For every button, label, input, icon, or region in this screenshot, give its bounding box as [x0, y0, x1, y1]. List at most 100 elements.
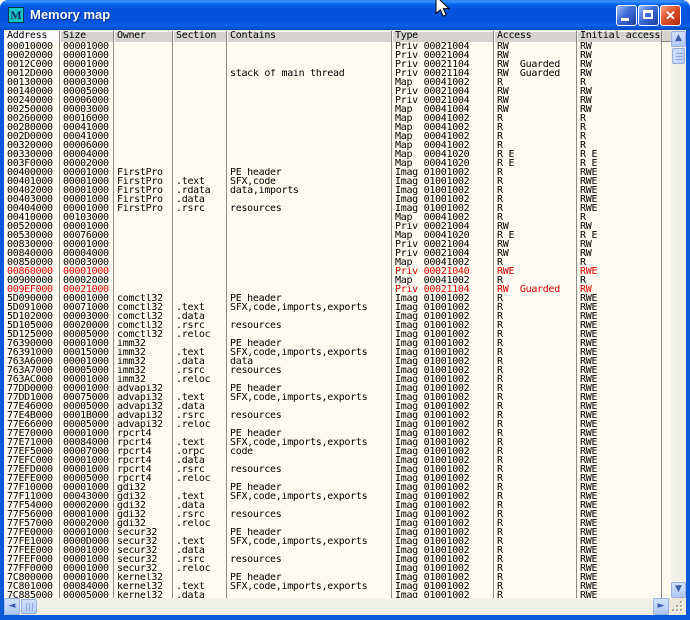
- table-row[interactable]: 77EFD00000001000rpcrt4.rsrcresourcesImag…: [4, 465, 671, 474]
- vertical-scrollbar[interactable]: ▲ ▼: [671, 31, 686, 598]
- table-row[interactable]: 77DD100000075000advapi32.textSFX,code,im…: [4, 393, 671, 402]
- table-row[interactable]: 7C88500000005000kernel32.dataImag 010010…: [4, 591, 671, 598]
- table-row[interactable]: 0040300000001000FirstPro.dataImag 010010…: [4, 195, 671, 204]
- table-row[interactable]: 0040100000001000FirstPro.textSFX,codeIma…: [4, 177, 671, 186]
- table-row[interactable]: 77EFE00000005000rpcrt4.relocImag 0100100…: [4, 474, 671, 483]
- cell-section: .reloc: [173, 519, 227, 528]
- table-row[interactable]: 5D09100000071000comctl32.textSFX,code,im…: [4, 303, 671, 312]
- cell-size: 00001000: [60, 294, 114, 303]
- table-row[interactable]: 0040400000001000FirstPro.rsrcresourcesIm…: [4, 204, 671, 213]
- table-row[interactable]: 7639100000015000imm32.textSFX,code,impor…: [4, 348, 671, 357]
- horizontal-scroll-thumb[interactable]: [21, 599, 37, 614]
- cell-type: Imag 01001002: [392, 186, 494, 195]
- column-header-access[interactable]: Access: [494, 31, 577, 42]
- table-row[interactable]: 77F5400000002000gdi32.dataImag 01001002R…: [4, 501, 671, 510]
- table-row[interactable]: 5D10200000003000comctl32.dataImag 010010…: [4, 312, 671, 321]
- table-row[interactable]: 5D12500000005000comctl32.relocImag 01001…: [4, 330, 671, 339]
- table-row[interactable]: 002D000000041000Map 00041002RR: [4, 132, 671, 141]
- cell-owner: advapi32: [114, 420, 173, 429]
- table-row[interactable]: 77FE000000001000secur32PE headerImag 010…: [4, 528, 671, 537]
- cell-contains: [227, 87, 392, 96]
- close-button[interactable]: ✕: [660, 5, 681, 26]
- table-row[interactable]: 7C80100000084000kernel32.textSFX,code,im…: [4, 582, 671, 591]
- table-row[interactable]: 7C80000000001000kernel32PE headerImag 01…: [4, 573, 671, 582]
- table-row[interactable]: 0013000000003000Map 00041002RR: [4, 78, 671, 87]
- table-row[interactable]: 77F5700000002000gdi32.relocImag 01001002…: [4, 519, 671, 528]
- column-header-address[interactable]: Address: [4, 31, 60, 42]
- cell-contains: [227, 420, 392, 429]
- table-row[interactable]: 77FEE00000001000secur32.dataImag 0100100…: [4, 546, 671, 555]
- maximize-button[interactable]: [638, 5, 659, 26]
- table-row[interactable]: 0086000000001000Priv 00021040RWERWE: [4, 267, 671, 276]
- table-row[interactable]: 77F1100000043000gdi32.textSFX,code,impor…: [4, 492, 671, 501]
- table-row[interactable]: 77E4600000005000advapi32.dataImag 010010…: [4, 402, 671, 411]
- resize-grip[interactable]: [669, 598, 686, 615]
- table-row[interactable]: 003F000000002000Map 00041020R ER E: [4, 159, 671, 168]
- table-row[interactable]: 0033000000004000Map 00041020R ER E: [4, 150, 671, 159]
- table-row[interactable]: 0084000000004000Priv 00021004RWRW: [4, 249, 671, 258]
- minimize-button[interactable]: [616, 5, 637, 26]
- column-header-owner[interactable]: Owner: [114, 31, 173, 42]
- vertical-scroll-thumb[interactable]: [672, 48, 685, 64]
- table-row[interactable]: 77FEF00000001000secur32.rsrcresourcesIma…: [4, 555, 671, 564]
- table-row[interactable]: 5D09000000001000comctl32PE headerImag 01…: [4, 294, 671, 303]
- table-row[interactable]: 77FE10000000D000secur32.textSFX,code,imp…: [4, 537, 671, 546]
- table-row[interactable]: 77E4B0000001B000advapi32.rsrcresourcesIm…: [4, 411, 671, 420]
- table-row[interactable]: 0024000000006000Priv 00021004RWRW: [4, 96, 671, 105]
- table-row[interactable]: 0001000000001000Priv 00021004RWRW: [4, 42, 671, 51]
- horizontal-scrollbar[interactable]: ◄ ►: [4, 598, 669, 615]
- table-row[interactable]: 77E7100000084000rpcrt4.textSFX,code,impo…: [4, 438, 671, 447]
- table-row[interactable]: 0052000000001000Priv 00021004RWRW: [4, 222, 671, 231]
- table-row[interactable]: 0040200000001000FirstPro.rdatadata,impor…: [4, 186, 671, 195]
- cell-address: 00140000: [4, 87, 60, 96]
- table-row[interactable]: 763A600000001000imm32.datadataImag 01001…: [4, 357, 671, 366]
- table-row[interactable]: 7639000000001000imm32PE headerImag 01001…: [4, 339, 671, 348]
- table-row[interactable]: 0014000000005000Priv 00021004RWRW: [4, 87, 671, 96]
- table-row[interactable]: 0041000000103000Map 00041002RR: [4, 213, 671, 222]
- table-row[interactable]: 0085000000003000Map 00041002RR: [4, 258, 671, 267]
- title-bar[interactable]: M Memory map ✕: [0, 0, 690, 30]
- table-row[interactable]: 77E7000000001000rpcrt4PE headerImag 0100…: [4, 429, 671, 438]
- table-row[interactable]: 77F5600000001000gdi32.rsrcresourcesImag …: [4, 510, 671, 519]
- table-row[interactable]: 0028000000041000Map 00041002RR: [4, 123, 671, 132]
- table-row[interactable]: 009EF00000021000Priv 00021104RW GuardedR…: [4, 285, 671, 294]
- table-row[interactable]: 77F1000000001000gdi32PE headerImag 01001…: [4, 483, 671, 492]
- table-row[interactable]: 0090000000002000Map 00041002RR: [4, 276, 671, 285]
- table-row[interactable]: 0025000000003000Map 00041004RWRW: [4, 105, 671, 114]
- table-row[interactable]: 77DD000000001000advapi32PE headerImag 01…: [4, 384, 671, 393]
- cell-owner: rpcrt4: [114, 456, 173, 465]
- table-row[interactable]: 77FF000000001000secur32.relocImag 010010…: [4, 564, 671, 573]
- table-row[interactable]: 0040000000001000FirstProPE headerImag 01…: [4, 168, 671, 177]
- table-row[interactable]: 5D10500000020000comctl32.rsrcresourcesIm…: [4, 321, 671, 330]
- scroll-up-button[interactable]: ▲: [671, 31, 686, 47]
- cell-owner: FirstPro: [114, 168, 173, 177]
- column-header-size[interactable]: Size: [60, 31, 114, 42]
- column-header-contains[interactable]: Contains: [227, 31, 392, 42]
- scroll-left-button[interactable]: ◄: [4, 598, 20, 615]
- column-header-type[interactable]: Type: [392, 31, 494, 42]
- table-row[interactable]: 0012C00000001000Priv 00021104RW GuardedR…: [4, 60, 671, 69]
- column-header-initial-access[interactable]: Initial access: [577, 31, 662, 42]
- table-row[interactable]: 0053000000076000Map 00041020R ER E: [4, 231, 671, 240]
- table-row[interactable]: 0026000000016000Map 00041002RR: [4, 114, 671, 123]
- cell-contains: SFX,code: [227, 177, 392, 186]
- scroll-down-button[interactable]: ▼: [671, 582, 686, 598]
- table-row[interactable]: 763A700000005000imm32.rsrcresourcesImag …: [4, 366, 671, 375]
- table-row[interactable]: 77E6600000005000advapi32.relocImag 01001…: [4, 420, 671, 429]
- table-row[interactable]: 0032000000006000Map 00041002RR: [4, 141, 671, 150]
- table-row[interactable]: 0012D00000003000stack of main threadPriv…: [4, 69, 671, 78]
- table-row[interactable]: 0083000000001000Priv 00021004RWRW: [4, 240, 671, 249]
- cell-type: Priv 00021004: [392, 42, 494, 51]
- cell-section: [173, 528, 227, 537]
- table-row[interactable]: 0002000000001000Priv 00021004RWRW: [4, 51, 671, 60]
- table-row[interactable]: 77EFC00000001000rpcrt4.dataImag 01001002…: [4, 456, 671, 465]
- cell-section: [173, 222, 227, 231]
- cell-size: 00001000: [60, 564, 114, 573]
- table-row[interactable]: 77EF500000007000rpcrt4.orpccodeImag 0100…: [4, 447, 671, 456]
- scroll-right-button[interactable]: ►: [653, 598, 669, 615]
- column-header-section[interactable]: Section: [173, 31, 227, 42]
- cell-contains: [227, 285, 392, 294]
- cell-initial-access: RWE: [577, 429, 662, 438]
- table-row[interactable]: 763AC00000001000imm32.relocImag 01001002…: [4, 375, 671, 384]
- memory-map-icon[interactable]: M: [8, 7, 24, 23]
